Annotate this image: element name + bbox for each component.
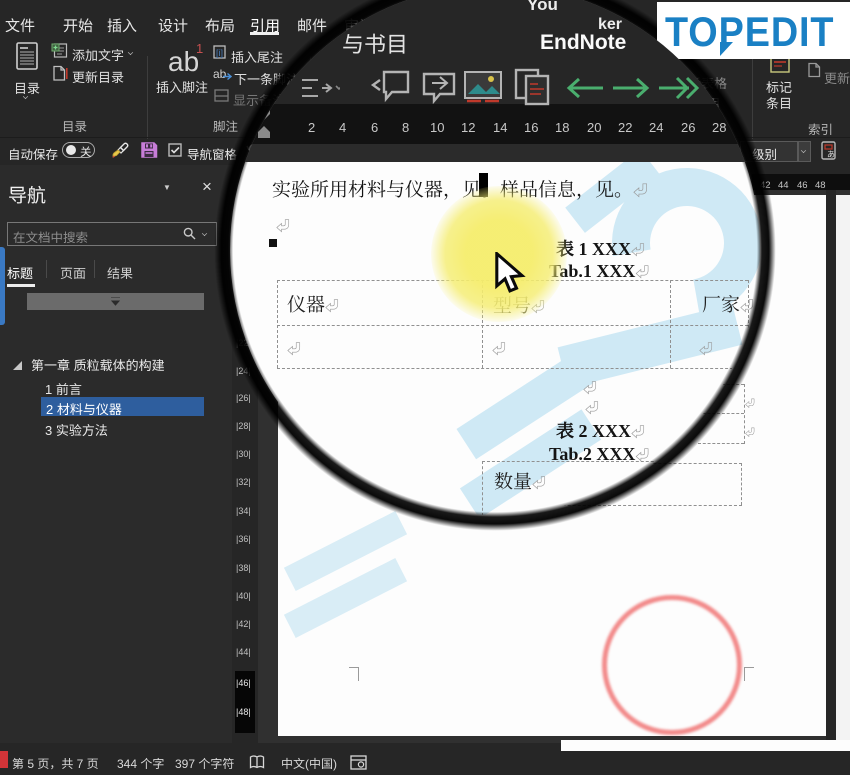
svg-text:[i]: [i]: [216, 48, 223, 58]
svg-text:あ: あ: [827, 149, 835, 160]
